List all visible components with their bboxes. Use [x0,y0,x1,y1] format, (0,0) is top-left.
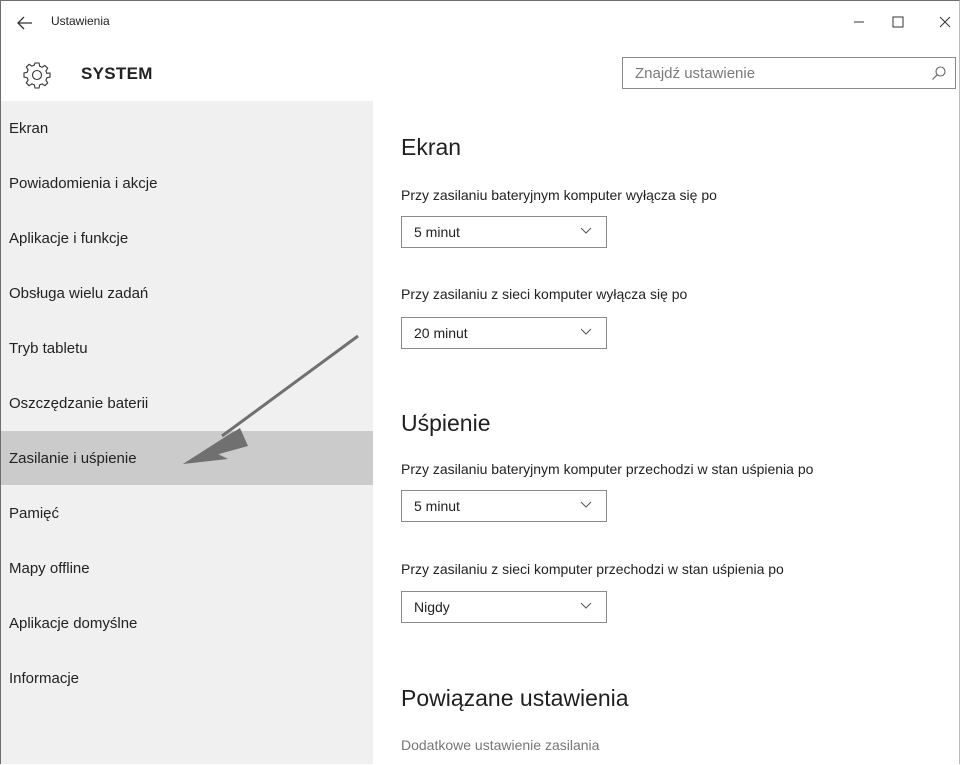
sidebar: Ekran Powiadomienia i akcje Aplikacje i … [1,101,373,764]
additional-power-settings-link[interactable]: Dodatkowe ustawienie zasilania [401,737,599,753]
sidebar-item-notifications[interactable]: Powiadomienia i akcje [1,156,373,210]
dropdown-value: 5 minut [414,224,460,240]
sidebar-item-about[interactable]: Informacje [1,651,373,705]
sidebar-item-label: Powiadomienia i akcje [9,175,158,192]
sidebar-item-battery-saver[interactable]: Oszczędzanie baterii [1,376,373,430]
title-bar: Ustawienia [1,1,959,45]
chevron-down-icon [580,328,592,335]
sidebar-item-storage[interactable]: Pamięć [1,486,373,540]
section-heading-screen: Ekran [401,134,462,160]
sleep-battery-dropdown[interactable]: 5 minut [401,490,607,522]
page-title: SYSTEM [81,64,153,83]
search-icon[interactable] [931,65,947,81]
sidebar-item-ekran[interactable]: Ekran [1,101,373,155]
chevron-down-icon [580,227,592,234]
sidebar-item-offline-maps[interactable]: Mapy offline [1,541,373,595]
maximize-icon[interactable] [878,7,918,37]
sidebar-item-label: Oszczędzanie baterii [9,395,149,412]
window-title: Ustawienia [51,14,110,28]
section-heading-sleep: Uśpienie [401,410,491,436]
main-content: Ekran Przy zasilaniu bateryjnym komputer… [373,101,959,764]
sidebar-item-label: Obsługa wielu zadań [9,285,149,302]
section-heading-related: Powiązane ustawienia [401,685,629,711]
close-icon[interactable] [925,7,959,37]
sidebar-item-label: Aplikacje i funkcje [9,230,129,247]
sidebar-item-label: Aplikacje domyślne [9,615,138,632]
sidebar-item-default-apps[interactable]: Aplikacje domyślne [1,596,373,650]
sidebar-item-label: Zasilanie i uśpienie [9,450,137,467]
screen-ac-dropdown[interactable]: 20 minut [401,317,607,349]
sidebar-item-label: Mapy offline [9,560,90,577]
screen-ac-label: Przy zasilaniu z sieci komputer wyłącza … [401,286,688,302]
gear-icon [23,61,51,89]
chevron-down-icon [580,501,592,508]
search-input[interactable] [623,58,925,88]
dropdown-value: 20 minut [414,325,468,341]
sidebar-item-label: Informacje [9,670,80,687]
chevron-down-icon [580,602,592,609]
sleep-ac-label: Przy zasilaniu z sieci komputer przechod… [401,561,784,577]
sidebar-item-tablet-mode[interactable]: Tryb tabletu [1,321,373,375]
sidebar-item-power-sleep[interactable]: Zasilanie i uśpienie [1,431,373,485]
settings-window: Ustawienia SYSTEM Ekran Powiadomienia i … [0,0,960,764]
minimize-icon[interactable] [839,7,879,37]
sidebar-item-label: Pamięć [9,505,60,522]
dropdown-value: Nigdy [414,599,450,615]
dropdown-value: 5 minut [414,498,460,514]
screen-battery-dropdown[interactable]: 5 minut [401,216,607,248]
sidebar-item-label: Ekran [9,120,49,137]
sidebar-item-multitasking[interactable]: Obsługa wielu zadań [1,266,373,320]
screen-battery-label: Przy zasilaniu bateryjnym komputer wyłąc… [401,187,717,203]
search-box [622,57,956,89]
back-arrow-icon[interactable] [11,11,39,35]
sleep-ac-dropdown[interactable]: Nigdy [401,591,607,623]
sidebar-item-apps-features[interactable]: Aplikacje i funkcje [1,211,373,265]
sleep-battery-label: Przy zasilaniu bateryjnym komputer przec… [401,461,814,477]
sidebar-item-label: Tryb tabletu [9,340,88,357]
